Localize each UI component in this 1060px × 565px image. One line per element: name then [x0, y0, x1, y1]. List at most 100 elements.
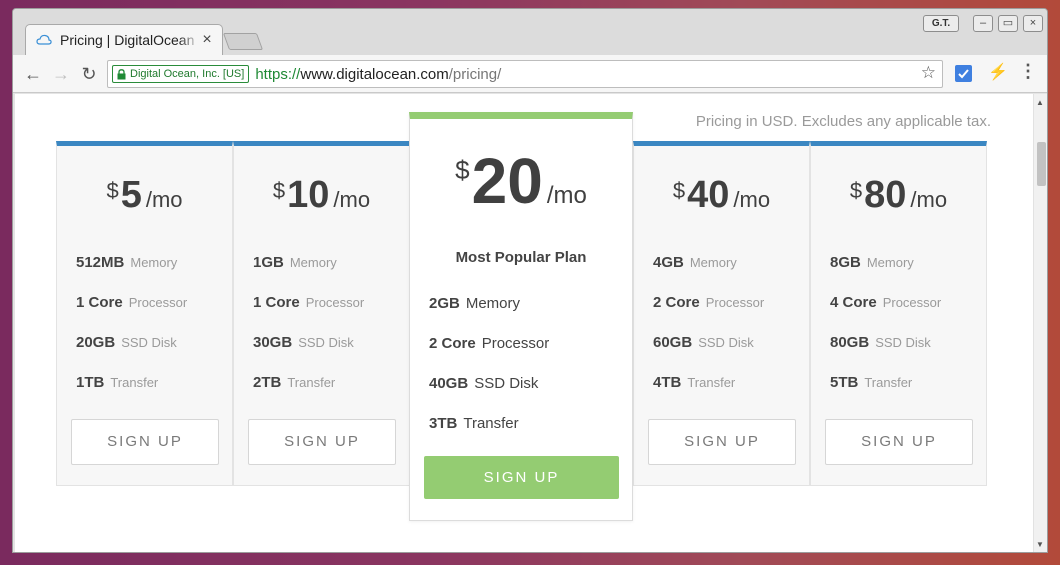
spec-memory: 512MB Memory — [76, 254, 177, 271]
new-tab-button[interactable] — [222, 33, 264, 50]
back-button[interactable]: ← — [22, 63, 44, 85]
scroll-thumb[interactable] — [1037, 142, 1046, 186]
spec-label: Transfer — [864, 375, 913, 390]
sign-up-button-80[interactable]: SIGN UP — [825, 419, 973, 465]
spec-value: 1GB — [253, 254, 284, 271]
menu-icon[interactable]: ⋮ — [1019, 61, 1037, 82]
tab-strip: Pricing | DigitalOcean × G.T. – ▭ × — [13, 9, 1047, 55]
spec-label: Transfer — [463, 415, 519, 432]
tab-close-icon[interactable]: × — [200, 31, 214, 49]
spec-label: Memory — [689, 255, 737, 270]
spec-value: 8GB — [830, 254, 861, 271]
spec-value: 2 Core — [653, 294, 700, 311]
toolbar: ← → ↻ Digital Ocean, Inc. [US] https://w… — [13, 55, 1047, 93]
url-path: /pricing/ — [448, 65, 502, 83]
plan-price: $5/mo — [57, 174, 232, 217]
spec-value: 1 Core — [76, 294, 123, 311]
price-currency: $ — [849, 178, 863, 203]
spec-transfer: 4TB Transfer — [653, 374, 735, 391]
plan-card-80: $80/mo 8GB Memory 4 Core Processor 80GB SSD… — [810, 141, 987, 486]
price-period: /mo — [910, 187, 948, 212]
spec-value: 30GB — [253, 334, 293, 351]
price-amount: 40 — [687, 174, 730, 216]
url-host: www.digitalocean.com — [300, 65, 449, 83]
minimize-button[interactable]: – — [973, 15, 993, 32]
spec-label: Memory — [866, 255, 914, 270]
price-currency: $ — [672, 178, 686, 203]
forward-button[interactable]: → — [50, 63, 72, 85]
spec-value: 512MB — [76, 254, 125, 271]
spec-memory: 8GB Memory — [830, 254, 914, 271]
page-scrollbar[interactable]: ▲ ▼ — [1033, 94, 1047, 552]
price-currency: $ — [272, 178, 286, 203]
sign-up-button-10[interactable]: SIGN UP — [248, 419, 396, 465]
plan-card-40: $40/mo 4GB Memory 2 Core Processor 60GB SSD… — [633, 141, 810, 486]
close-window-button[interactable]: × — [1023, 15, 1043, 32]
page-content: Pricing in USD. Excludes any applicable … — [15, 94, 1033, 552]
spec-value: 3TB — [429, 415, 458, 432]
reload-button[interactable]: ↻ — [78, 63, 100, 85]
price-period: /mo — [333, 187, 371, 212]
star-icon[interactable]: ☆ — [921, 63, 936, 83]
spec-disk: 40GB SSD Disk — [429, 375, 538, 392]
spec-memory: 2GB Memory — [429, 295, 520, 312]
spec-value: 40GB — [429, 375, 469, 392]
spec-value: 4 Core — [830, 294, 877, 311]
spec-processor: 2 Core Processor — [653, 294, 764, 311]
spec-label: Processor — [705, 295, 765, 310]
google-translate-button[interactable]: G.T. — [923, 15, 959, 32]
spec-value: 20GB — [76, 334, 116, 351]
spec-memory: 1GB Memory — [253, 254, 337, 271]
plan-price: $10/mo — [234, 174, 409, 217]
spec-disk: 30GB SSD Disk — [253, 334, 354, 351]
spec-label: Processor — [305, 295, 365, 310]
spec-memory: 4GB Memory — [653, 254, 737, 271]
sign-up-button-20[interactable]: SIGN UP — [424, 456, 619, 499]
most-popular-label: Most Popular Plan — [455, 249, 587, 266]
tab-pricing[interactable]: Pricing | DigitalOcean × — [25, 24, 223, 55]
spec-label: Transfer — [287, 375, 336, 390]
sign-up-button-5[interactable]: SIGN UP — [71, 419, 219, 465]
spec-processor: 1 Core Processor — [253, 294, 364, 311]
lock-icon — [117, 68, 126, 79]
spec-processor: 2 Core Processor — [429, 335, 549, 352]
price-amount: 10 — [287, 174, 330, 216]
sign-up-button-40[interactable]: SIGN UP — [648, 419, 796, 465]
spec-label: SSD Disk — [298, 335, 354, 350]
price-period: /mo — [145, 187, 183, 212]
bolt-icon[interactable]: ⚡ — [988, 62, 1008, 82]
spec-label: SSD Disk — [875, 335, 931, 350]
spec-value: 4GB — [653, 254, 684, 271]
address-bar[interactable]: Digital Ocean, Inc. [US] https://www.dig… — [107, 60, 943, 88]
spec-label: Memory — [289, 255, 337, 270]
spec-label: Processor — [481, 335, 550, 352]
spec-transfer: 2TB Transfer — [253, 374, 335, 391]
spec-label: Processor — [882, 295, 942, 310]
spec-processor: 1 Core Processor — [76, 294, 187, 311]
price-amount: 5 — [120, 174, 142, 216]
ev-certificate-badge[interactable]: Digital Ocean, Inc. [US] — [112, 65, 250, 83]
spec-transfer: 3TB Transfer — [429, 415, 519, 432]
spec-label: SSD Disk — [698, 335, 754, 350]
spec-transfer: 1TB Transfer — [76, 374, 158, 391]
scroll-up-icon[interactable]: ▲ — [1036, 98, 1044, 107]
ev-label: Digital Ocean, Inc. [US] — [130, 68, 245, 80]
spec-label: Memory — [465, 295, 521, 312]
browser-window: Pricing | DigitalOcean × G.T. – ▭ × ← → … — [12, 8, 1048, 553]
scroll-down-icon[interactable]: ▼ — [1036, 540, 1044, 549]
spec-label: Transfer — [110, 375, 159, 390]
plan-price: $20/mo — [410, 149, 632, 213]
maximize-button[interactable]: ▭ — [998, 15, 1018, 32]
price-period: /mo — [546, 182, 587, 209]
spec-transfer: 5TB Transfer — [830, 374, 912, 391]
price-amount: 20 — [471, 145, 543, 217]
url-scheme: https:// — [255, 65, 301, 83]
spec-value: 5TB — [830, 374, 859, 391]
price-currency: $ — [455, 155, 470, 185]
extension-check-icon — [958, 69, 969, 79]
tax-note: Pricing in USD. Excludes any applicable … — [695, 113, 991, 130]
plan-card-20-featured: $20/mo Most Popular Plan 2GB Memory 2 Cor… — [409, 112, 633, 521]
spec-value: 80GB — [830, 334, 870, 351]
spec-label: Memory — [130, 255, 178, 270]
extension-icon[interactable] — [955, 65, 972, 82]
